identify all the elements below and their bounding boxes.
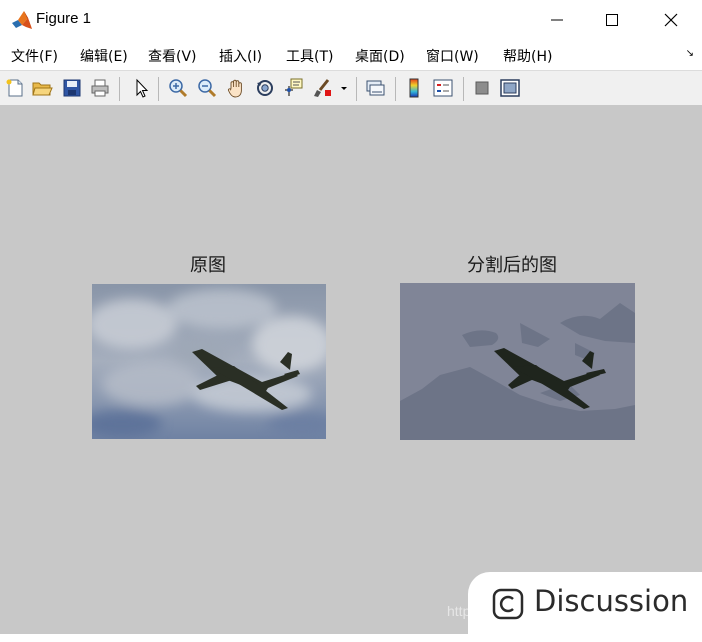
- menu-insert[interactable]: 插入(I): [219, 46, 262, 66]
- menu-window[interactable]: 窗口(W): [426, 46, 479, 66]
- brush-dropdown-icon[interactable]: [338, 77, 350, 99]
- link-plot-icon[interactable]: [364, 77, 386, 99]
- figure-window: Figure 1 文件(F) 编辑(E) 查看(V) 插入(I) 工具(T) 桌…: [0, 0, 702, 642]
- show-plot-tools-icon[interactable]: [499, 77, 521, 99]
- insert-colorbar-icon[interactable]: [403, 77, 425, 99]
- figure-canvas[interactable]: 原图 分割后的图 http: [0, 106, 702, 634]
- menu-overflow-arrow[interactable]: ↘: [686, 48, 694, 59]
- original-airplane-photo: [92, 284, 326, 439]
- minimize-button[interactable]: [528, 0, 586, 40]
- toolbar-separator: [158, 77, 159, 101]
- maximize-button[interactable]: [584, 0, 642, 40]
- menu-edit[interactable]: 编辑(E): [80, 46, 128, 66]
- subplot-title-segmented: 分割后的图: [467, 255, 557, 276]
- title-bar[interactable]: Figure 1: [0, 0, 702, 40]
- toolbar-separator: [119, 77, 120, 101]
- menu-bar: 文件(F) 编辑(E) 查看(V) 插入(I) 工具(T) 桌面(D) 窗口(W…: [0, 41, 702, 69]
- toolbar-separator: [463, 77, 464, 101]
- menu-file[interactable]: 文件(F): [11, 46, 58, 66]
- maximize-icon: [606, 14, 618, 26]
- zoom-in-icon[interactable]: [167, 77, 189, 99]
- discussion-badge[interactable]: Discussion: [468, 572, 702, 642]
- toolbar-separator: [395, 77, 396, 101]
- data-cursor-icon[interactable]: [282, 77, 304, 99]
- zoom-out-icon[interactable]: [196, 77, 218, 99]
- watermark-text: http: [447, 603, 471, 619]
- edit-plot-arrow-icon[interactable]: [130, 77, 152, 99]
- open-file-icon[interactable]: [31, 77, 53, 99]
- pan-hand-icon[interactable]: [225, 77, 247, 99]
- save-icon[interactable]: [61, 77, 83, 99]
- rotate-3d-icon[interactable]: [254, 77, 276, 99]
- menu-view[interactable]: 查看(V): [148, 46, 197, 66]
- hide-plot-tools-icon[interactable]: [471, 77, 493, 99]
- print-icon[interactable]: [89, 77, 111, 99]
- menu-help[interactable]: 帮助(H): [503, 46, 552, 66]
- discussion-c-icon: [492, 588, 524, 620]
- subplot-title-original: 原图: [190, 255, 226, 276]
- new-figure-icon[interactable]: [4, 77, 26, 99]
- menu-tools[interactable]: 工具(T): [286, 46, 333, 66]
- window-title: Figure 1: [36, 10, 92, 27]
- matlab-logo-icon: [12, 11, 32, 29]
- discussion-label: Discussion: [534, 584, 689, 618]
- toolbar-separator: [356, 77, 357, 101]
- minimize-icon: [551, 19, 563, 21]
- insert-legend-icon[interactable]: [432, 77, 454, 99]
- close-button[interactable]: [642, 0, 700, 40]
- segmented-airplane-image: [400, 283, 635, 440]
- brush-icon[interactable]: [312, 77, 334, 99]
- menu-desktop[interactable]: 桌面(D): [355, 46, 405, 66]
- figure-toolbar: [0, 70, 702, 106]
- close-icon: [664, 13, 678, 27]
